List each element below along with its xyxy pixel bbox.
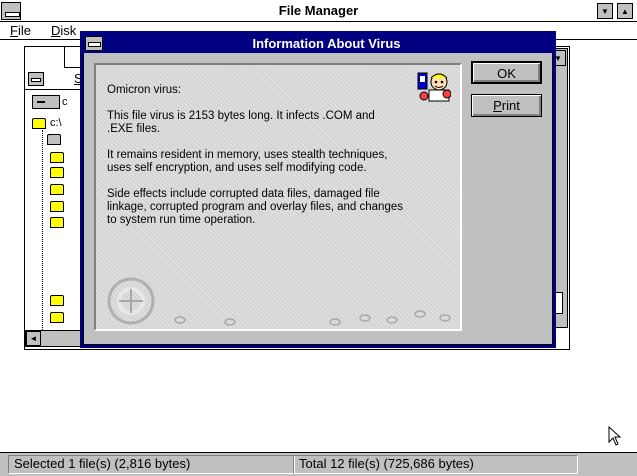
- maximize-button[interactable]: ▲: [617, 3, 633, 19]
- menu-file[interactable]: File: [10, 22, 31, 40]
- watermark-emblem-icon: [107, 277, 155, 325]
- folder-icon: [50, 201, 64, 212]
- scroll-left-button[interactable]: ◄: [26, 331, 41, 346]
- minimize-button[interactable]: ▼: [597, 3, 613, 19]
- virus-size-paragraph: This file virus is 2153 bytes long. It i…: [107, 110, 375, 135]
- folder-icon: [50, 152, 64, 163]
- watermark-bugs-icon: [174, 310, 451, 326]
- tree-lines: [42, 130, 43, 330]
- virus-name: Omicron virus:: [107, 84, 182, 96]
- virus-behavior-paragraph: It remains resident in memory, uses stea…: [107, 149, 388, 174]
- folder-icon: [50, 184, 64, 195]
- print-button[interactable]: Print: [471, 94, 542, 117]
- drive-letter[interactable]: c: [62, 96, 68, 108]
- menu-disk[interactable]: Disk: [51, 22, 76, 40]
- maximize-icon: ▲: [621, 7, 629, 16]
- dialog-title: Information About Virus: [252, 36, 401, 51]
- mouse-pointer-icon: [608, 426, 622, 446]
- folder-icon: [50, 167, 64, 178]
- folder-icon: [50, 312, 64, 323]
- folder-icon: [50, 295, 64, 306]
- folder-icon: [32, 118, 46, 129]
- app-title: File Manager: [278, 3, 359, 18]
- tree-root-label[interactable]: c:\: [50, 117, 62, 129]
- virus-side-effects-paragraph: Side effects include corrupted data file…: [107, 188, 403, 226]
- minimize-icon: ▼: [601, 7, 609, 16]
- folder-icon: [50, 217, 64, 228]
- drive-c-icon[interactable]: [32, 95, 60, 109]
- child-system-menu-button[interactable]: [24, 68, 46, 90]
- chevron-left-icon: ◄: [29, 334, 38, 343]
- open-folder-icon: [47, 134, 61, 145]
- ok-button[interactable]: OK: [471, 61, 542, 84]
- status-selected: Selected 1 file(s) (2,816 bytes): [8, 455, 295, 474]
- status-total: Total 12 file(s) (725,686 bytes): [293, 455, 578, 474]
